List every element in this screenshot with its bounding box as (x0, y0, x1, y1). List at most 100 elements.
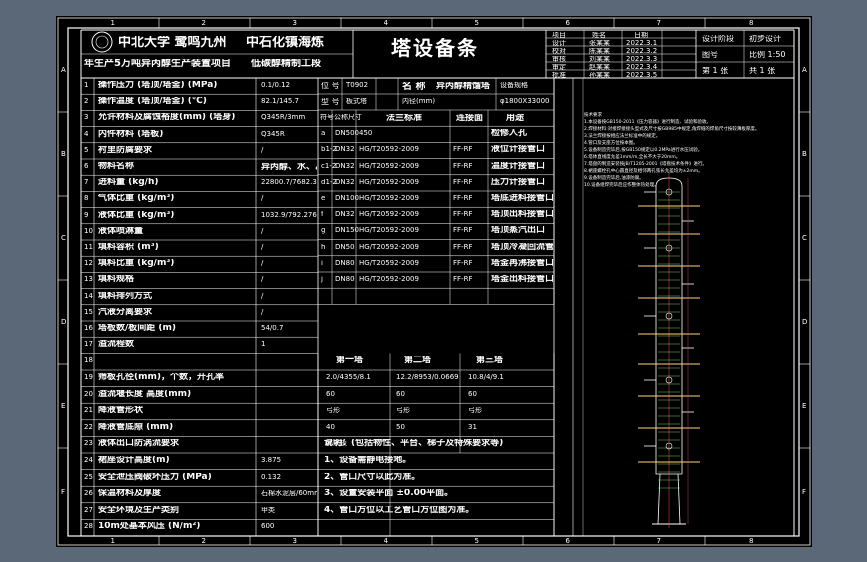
row-number: 19 (84, 374, 93, 381)
column-label: 5 (474, 538, 479, 545)
approval-name: 刘某某 (589, 56, 610, 63)
sheet-title: 塔设备条 (391, 38, 479, 58)
remark-item: 4、管口方位以工艺管口方位图为准。 (324, 505, 475, 515)
row-number: 22 (84, 423, 93, 431)
row-label: 填料容积 (m³) (98, 243, 159, 252)
tech-note: 5.设备制造完毕后,按GB150规定以0.2MPa进行水压试验。 (584, 148, 703, 153)
row-value: / (261, 276, 264, 284)
row-label: 进料量 (kg/h) (98, 178, 159, 188)
nozzle-size: DN32 (335, 146, 355, 154)
nozzle-size: DN80 (335, 276, 355, 283)
approval-role: 批准 (552, 72, 566, 79)
row-number: 25 (84, 473, 93, 481)
nozzle-size: DN32 (335, 162, 355, 170)
plate-value: 石棉水泥层/60mm (261, 490, 317, 498)
row-label: 操作温度 (塔顶/塔釜) (℃) (98, 97, 207, 107)
technical-notes: 技术要求 1.本设备按GB150-2011《压力容器》进行制造、试验和验收。 2.焊… (584, 112, 759, 189)
nozzle-face: FF-RF (453, 243, 473, 251)
row-label: 10m处基本风压 (N/m²) (98, 522, 201, 532)
nozzle-symbol: h (321, 243, 326, 251)
nozzle-head: 法兰标准 (386, 114, 423, 123)
row-label: 允许材料及腐蚀裕度(mm) (塔身) (98, 113, 236, 123)
plate-value: 甲类 (261, 506, 275, 514)
university-logo-icon (95, 35, 109, 49)
nozzle-head: 符号 (320, 114, 334, 121)
row-label: F (61, 489, 66, 496)
row-value: 1032.9/792.276 (261, 211, 317, 219)
row-number: 10 (84, 227, 93, 235)
row-number: 7 (84, 179, 89, 187)
drawing-label: 图号 (702, 51, 718, 59)
tower-line (657, 473, 661, 525)
name-value: 异丙醇精馏塔 (436, 82, 491, 91)
nozzle-size: DN50 (335, 243, 355, 251)
row-value: Q345R (261, 130, 285, 138)
row-value: 82.1/145.7 (261, 98, 299, 106)
approval-date: 2022.3.4 (626, 64, 658, 71)
nozzle-use: 塔顶冷凝回流管口 (491, 242, 553, 252)
stage-label: 设计阶段 (702, 35, 734, 43)
row-value: / (261, 292, 264, 300)
nozzle-use: 塔顶出料接管口 (491, 210, 553, 220)
nozzle-symbol: j (321, 276, 323, 283)
tech-note: 10.设备组焊完毕后应作整体热处理。 (584, 183, 659, 188)
row-value: / (261, 227, 264, 235)
row-number: 2 (84, 98, 89, 106)
tech-note: 技术要求 (584, 113, 602, 118)
approval-head: 姓名 (592, 32, 606, 39)
plate-value: 60 (396, 390, 405, 398)
nozzle-face: FF-RF (453, 276, 473, 283)
row-label: 筛板孔径(mm)，个数，开孔率 (98, 373, 224, 382)
column-label: 6 (565, 20, 570, 27)
row-label: 液体出口防涡流要求 (98, 439, 180, 449)
remark-item: 3、设置安装平面 ±0.00平面。 (324, 489, 454, 499)
row-number: 11 (84, 244, 93, 251)
nozzle-standard: HG/T20592-2009 (359, 227, 419, 235)
row-number: 16 (84, 325, 93, 332)
row-value: 1 (261, 341, 266, 349)
unit-name: 低碳醇精制工段 (251, 59, 321, 69)
row-number: 26 (84, 490, 93, 498)
type-value: 板式塔 (346, 98, 367, 105)
row-label: D (802, 319, 808, 326)
row-label: 汽液分离要求 (98, 307, 153, 317)
row-number: 27 (84, 506, 93, 514)
nozzle-symbol: a (321, 130, 326, 138)
remark-item: 1、设备需静电接地。 (324, 456, 412, 465)
column-label: 2 (201, 20, 206, 27)
scale-value: 比例 1:50 (749, 51, 786, 59)
stage-value: 初步设计 (749, 35, 781, 43)
column-label: 8 (749, 20, 754, 27)
sheet-count: 共 1 张 (749, 67, 776, 75)
nozzle-symbol: f (321, 211, 324, 219)
plate-value: 12.2/8953/0.0669 (396, 374, 458, 381)
row-label: 填料规格 (98, 275, 135, 285)
row-number: 14 (84, 292, 93, 300)
row-label: 操作压力 (塔顶/塔釜) (MPa) (98, 81, 218, 90)
position-label: 位 号 (321, 82, 340, 90)
tech-note: 8.裙座螺栓孔中心圆直径及相邻两孔弦长允差均为±2mm。 (584, 169, 703, 174)
column-label: 3 (292, 20, 297, 27)
approval-date: 2022.3.3 (626, 56, 658, 63)
tech-note: 1.本设备按GB150-2011《压力容器》进行制造、试验和验收。 (584, 120, 712, 125)
row-number: 5 (84, 146, 89, 154)
nozzle-head: 用途 (506, 114, 525, 123)
row-number: 28 (84, 523, 93, 531)
approval-name: 赵某某 (589, 64, 610, 71)
column-label: 6 (565, 538, 570, 545)
row-number: 24 (84, 457, 93, 464)
row-value: / (261, 260, 264, 268)
nozzle-use: 压力计接管口 (491, 177, 546, 187)
nozzle-face: FF-RF (453, 227, 473, 235)
column-label: 1 (110, 538, 115, 545)
approval-name: 孙某某 (589, 72, 610, 79)
plate-value: 弓形 (326, 407, 340, 415)
approval-role: 审核 (552, 56, 566, 63)
nozzle-size: DN500 (335, 130, 359, 138)
nozzle-standard: HG/T20592-2009 (359, 195, 419, 202)
nozzle-standard: HG/T20592-2009 (359, 162, 419, 170)
company-name: 中石化镇海炼 (246, 36, 325, 49)
nozzle-face: FF-RF (453, 211, 473, 219)
column-label: 3 (292, 538, 297, 545)
nozzle-use: 塔顶蒸汽出口 (491, 226, 546, 236)
